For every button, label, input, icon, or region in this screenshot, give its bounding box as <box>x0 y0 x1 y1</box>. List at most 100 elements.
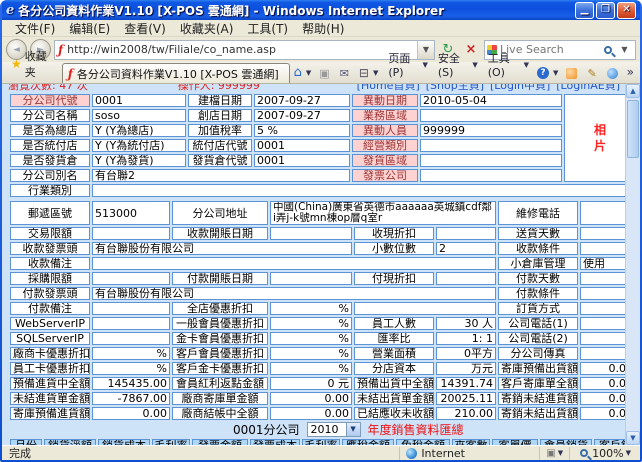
form-value-cell[interactable] <box>436 272 496 285</box>
toolbar-button-safety[interactable]: 安全(S)▼ <box>432 48 482 83</box>
form-value-cell[interactable] <box>420 139 562 152</box>
form-label-cell: 付款天數 <box>498 272 578 285</box>
form-value-cell[interactable]: soso <box>92 109 186 122</box>
form-value-cell[interactable]: 210.00 <box>436 407 496 420</box>
form-value-cell[interactable] <box>92 332 170 345</box>
form-value-cell[interactable]: % <box>92 347 170 360</box>
form-value-cell[interactable] <box>92 272 170 285</box>
form-value-cell[interactable]: 145435.00 <box>92 377 170 390</box>
menu-item[interactable]: 文件(F) <box>8 20 62 37</box>
form-value-cell[interactable] <box>92 257 496 270</box>
scroll-thumb[interactable] <box>627 100 639 158</box>
maximize-button[interactable]: ❐ <box>596 2 615 19</box>
column-header: 發票成本 <box>250 439 300 445</box>
form-value-cell[interactable] <box>420 169 562 182</box>
form-value-cell[interactable]: 0001 <box>92 94 186 107</box>
minimize-button[interactable]: ▁ <box>575 2 594 19</box>
form-value-cell[interactable] <box>92 302 170 315</box>
form-value-cell[interactable] <box>92 317 170 330</box>
form-value-cell[interactable] <box>92 227 170 240</box>
close-button[interactable]: ✕ <box>617 2 636 19</box>
toolbar-button-msn[interactable] <box>603 66 624 83</box>
form-value-cell[interactable]: 513000 <box>92 201 170 225</box>
form-value-cell[interactable] <box>354 302 496 315</box>
favorites-button[interactable]: ★ 收藏夹 <box>5 46 62 83</box>
form-value-cell[interactable]: 30 人 <box>436 317 496 330</box>
form-value-cell[interactable]: 20025.11 <box>436 392 496 405</box>
toolbar-button-feed[interactable]: ▣ <box>315 66 335 83</box>
form-value-cell[interactable] <box>92 184 636 197</box>
form-value-cell[interactable]: Y (Y為統付店) <box>92 139 186 152</box>
year-select[interactable]: 2010 ▼ <box>307 422 361 437</box>
form-value-cell[interactable]: Y (Y為發貨) <box>92 154 186 167</box>
form-value-cell[interactable]: 0001 <box>254 139 350 152</box>
toolbar-button-help[interactable]: ?▼ <box>533 65 562 83</box>
form-value-cell[interactable]: Y (Y為總店) <box>92 124 186 137</box>
form-label-cell: 創店日期 <box>188 109 252 122</box>
form-value-cell[interactable]: 有台聯2 <box>92 169 350 182</box>
active-tab[interactable]: ƒ 各分公司資料作業V1.10 [X-POS 雲通網] <box>62 63 290 83</box>
zone-label: Internet <box>421 447 465 460</box>
protected-mode-button[interactable]: ▣ ▼ <box>539 447 569 460</box>
form-label-cell: 公司電話(1) <box>498 317 578 330</box>
form-value-cell[interactable] <box>420 109 562 122</box>
column-header: 銷貨淨額 <box>44 439 96 445</box>
form-value-cell[interactable]: 0.00 <box>270 392 352 405</box>
form-value-cell[interactable]: 中國(China)廣東省英德市aaaaaa英城鎮cdf鄰i弄j-k號mn棟op層… <box>270 201 496 225</box>
scroll-down-button[interactable]: ▼ <box>626 431 640 445</box>
form-value-cell[interactable]: 0 元 <box>270 377 352 390</box>
form-value-cell[interactable]: 14391.74 <box>436 377 496 390</box>
company-top-table: 分公司代號0001建檔日期2007-09-27異動日期2010-05-04相片分… <box>8 92 638 199</box>
toolbar-overflow-button[interactable]: » <box>624 65 637 83</box>
form-value-cell[interactable]: 0平方 <box>436 347 496 360</box>
form-value-cell[interactable] <box>270 272 352 285</box>
form-value-cell[interactable]: -7867.00 <box>92 392 170 405</box>
search-icon[interactable] <box>604 46 612 54</box>
nav-link[interactable]: [LoginAE頁] <box>556 84 620 92</box>
form-value-cell[interactable]: 万元 <box>436 362 496 375</box>
form-value-cell[interactable]: 2007-09-27 <box>254 94 350 107</box>
nav-link[interactable]: [Home首頁] <box>357 84 420 92</box>
toolbar-button-home[interactable]: ⌂▼ <box>290 64 316 83</box>
toolbar-button-page[interactable]: 页面(P)▼ <box>382 48 432 83</box>
form-value-cell[interactable] <box>270 227 352 240</box>
form-value-cell[interactable]: % <box>92 362 170 375</box>
form-row: 是否為總店Y (Y為總店)加值稅率5 %異動人員999999 <box>10 124 636 137</box>
nav-link[interactable]: [Shop主頁] <box>426 84 484 92</box>
menu-item[interactable]: 工具(T) <box>240 20 295 37</box>
form-value-cell[interactable]: % <box>270 332 352 345</box>
form-value-cell[interactable]: % <box>270 317 352 330</box>
form-value-cell[interactable]: 0.00 <box>92 407 170 420</box>
vertical-scrollbar[interactable]: ▲ ▼ <box>625 84 640 445</box>
form-value-cell[interactable]: 有台聯股份有限公司 <box>92 242 352 255</box>
menu-item[interactable]: 查看(V) <box>117 20 173 37</box>
user-icon <box>566 68 577 79</box>
form-value-cell[interactable]: 0001 <box>254 154 350 167</box>
form-value-cell[interactable]: 2010-05-04 <box>420 94 562 107</box>
toolbar-button-mail[interactable]: ✉ <box>336 66 355 83</box>
form-value-cell[interactable]: % <box>270 302 352 315</box>
menu-item[interactable]: 编辑(E) <box>62 20 117 37</box>
toolbar-button-user[interactable] <box>562 66 583 83</box>
nav-link[interactable]: [Login中頁] <box>490 84 550 92</box>
form-value-cell[interactable]: % <box>270 362 352 375</box>
form-value-cell[interactable]: 999999 <box>420 124 562 137</box>
toolbar-button-print[interactable]: ⊟▼ <box>355 65 382 83</box>
scroll-up-button[interactable]: ▲ <box>626 84 640 98</box>
form-value-cell[interactable]: % <box>270 347 352 360</box>
menu-item[interactable]: 收藏夹(A) <box>173 20 241 37</box>
zoom-control[interactable]: 100% ▼ <box>569 447 637 460</box>
form-value-cell[interactable]: 5 % <box>254 124 350 137</box>
chevron-down-icon[interactable]: ▼ <box>346 423 360 436</box>
form-value-cell[interactable]: 2007-09-27 <box>254 109 350 122</box>
form-value-cell[interactable]: 2 <box>436 242 496 255</box>
toolbar-button-edit[interactable]: ✎ <box>583 66 602 83</box>
form-value-cell[interactable] <box>436 227 496 240</box>
form-value-cell[interactable]: 有台聯股份有限公司 <box>92 287 496 300</box>
toolbar-button-tools[interactable]: 工具(O)▼ <box>482 48 533 83</box>
form-value-cell[interactable]: 1: 1 <box>436 332 496 345</box>
menu-item[interactable]: 帮助(H) <box>295 20 351 37</box>
form-row: 付款發票頭有台聯股份有限公司付款條件 <box>10 287 636 300</box>
form-value-cell[interactable] <box>420 154 562 167</box>
form-value-cell[interactable]: 0.00 <box>270 407 352 420</box>
